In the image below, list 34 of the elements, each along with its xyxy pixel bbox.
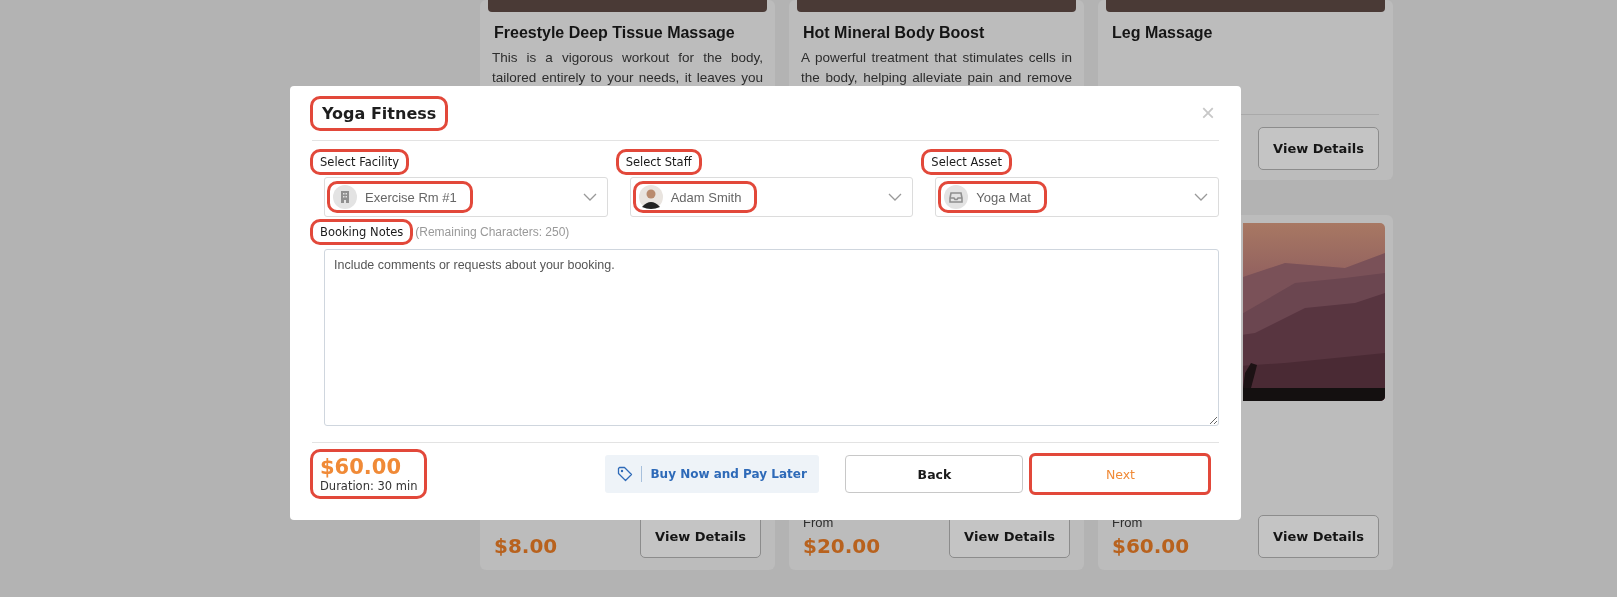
chevron-down-icon <box>888 192 903 202</box>
card-title: Hot Mineral Body Boost <box>803 24 986 42</box>
card-description: This is a vigorous workout for the body, tailored entirely to your needs, it leaves you <box>492 49 763 87</box>
total-price: $60.00 <box>320 455 403 479</box>
card-title: Leg Massage <box>1112 24 1214 42</box>
card-title: Freestyle Deep Tissue Massage <box>494 24 736 42</box>
chevron-down-icon <box>582 192 597 202</box>
field-label: Booking Notes <box>312 221 412 243</box>
duration-text: Duration: 30 min <box>320 479 418 493</box>
card-price: $20.00 <box>803 534 881 558</box>
field-label: Select Staff <box>617 151 700 173</box>
notes-field[interactable]: Include comments or requests about your booking. <box>324 249 1219 426</box>
option-text: Adam Smith <box>670 189 742 205</box>
card-price: $8.00 <box>494 534 558 558</box>
pay-later-button[interactable]: Buy Now and Pay Later <box>605 455 820 493</box>
avatar-icon <box>638 185 663 209</box>
chevron-down-icon <box>1194 192 1208 202</box>
view-details-button[interactable]: View Details <box>1258 515 1379 558</box>
field-label: Select Facility <box>312 151 407 173</box>
option-text: Yoga Mat <box>976 189 1031 205</box>
card-price: $60.00 <box>1112 534 1190 558</box>
building-icon <box>333 185 357 209</box>
view-details-button[interactable]: View Details <box>1258 127 1379 170</box>
select-dropdown[interactable]: Adam Smith <box>629 177 914 217</box>
tag-icon <box>617 466 634 482</box>
back-button[interactable]: Back <box>845 455 1024 493</box>
select-dropdown[interactable]: Yoga Mat <box>935 177 1219 217</box>
option-text: Exercise Rm #1 <box>365 189 457 205</box>
remaining-characters: (Remaining Characters: 250) <box>415 225 570 239</box>
dialog-title: Yoga Fitness <box>312 97 447 129</box>
tray-icon <box>944 185 969 209</box>
card-description: A powerful treatment that stimulates cells in the body, helping alleviate pain and remove <box>801 49 1072 87</box>
select-dropdown[interactable]: Exercise Rm #1 <box>324 177 608 217</box>
field-label: Select Asset <box>923 151 1010 173</box>
